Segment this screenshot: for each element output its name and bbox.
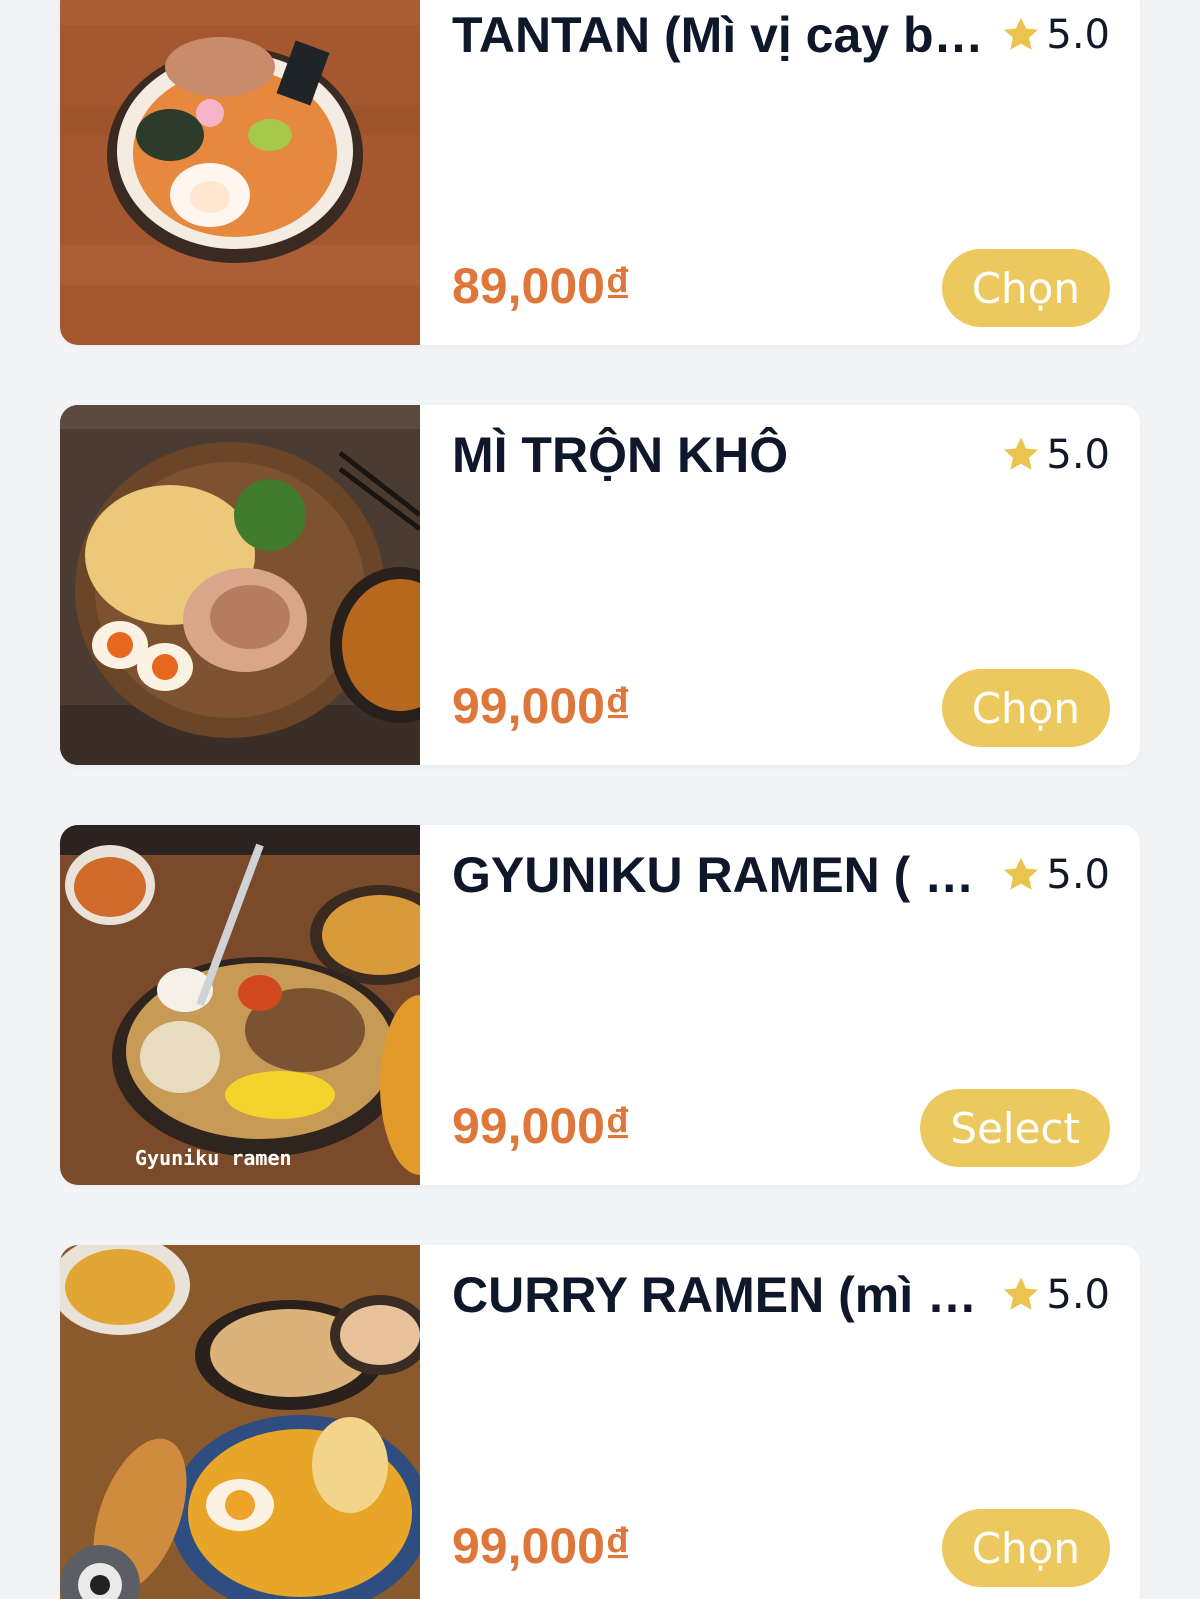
star-icon — [1004, 437, 1039, 470]
rating-value: 5.0 — [1046, 12, 1110, 58]
dish-photo-curry-ramen[interactable] — [60, 1245, 420, 1599]
dish-name: MÌ TRỘN KHÔ — [452, 427, 789, 483]
dish-name: TANTAN (Mì vị cay béo) — [452, 7, 992, 63]
select-button[interactable]: Select — [920, 1089, 1110, 1167]
menu-item-card[interactable]: CURRY RAMEN (mì cà… 5.0 99,000₫ Chọn — [60, 1245, 1140, 1599]
dish-price: 99,000₫ — [452, 1518, 631, 1574]
rating: 5.0 — [1000, 7, 1110, 63]
star-icon — [1004, 857, 1039, 890]
rating: 5.0 — [1000, 427, 1110, 483]
rating-value: 5.0 — [1046, 1272, 1110, 1318]
rating-value: 5.0 — [1046, 432, 1110, 478]
choose-button[interactable]: Chọn — [941, 1509, 1110, 1587]
menu-item-card[interactable]: Gyuniku ramen GYUNIKU RAMEN ( mì… 5.0 99… — [60, 825, 1140, 1185]
dish-name: GYUNIKU RAMEN ( mì… — [452, 847, 992, 903]
dish-photo-tantan[interactable] — [60, 0, 420, 345]
dish-price: 99,000₫ — [452, 678, 631, 734]
choose-button[interactable]: Chọn — [941, 669, 1110, 747]
rating-value: 5.0 — [1046, 852, 1110, 898]
dish-price: 89,000₫ — [452, 258, 631, 314]
dish-photo-mi-tron-kho[interactable] — [60, 405, 420, 765]
rating: 5.0 — [1000, 847, 1110, 903]
dish-price: 99,000₫ — [452, 1098, 631, 1154]
menu-item-card[interactable]: TANTAN (Mì vị cay béo) 5.0 89,000₫ Chọn — [60, 0, 1140, 345]
menu-item-card[interactable]: MÌ TRỘN KHÔ 5.0 99,000₫ Chọn — [60, 405, 1140, 765]
star-icon — [1004, 17, 1039, 50]
menu-list: TANTAN (Mì vị cay béo) 5.0 89,000₫ Chọn — [0, 0, 1200, 1599]
star-icon — [1004, 1277, 1039, 1310]
dish-photo-gyuniku-ramen[interactable]: Gyuniku ramen — [60, 825, 420, 1185]
choose-button[interactable]: Chọn — [941, 249, 1110, 327]
dish-name: CURRY RAMEN (mì cà… — [452, 1267, 992, 1323]
rating: 5.0 — [1000, 1267, 1110, 1323]
image-caption: Gyuniku ramen — [135, 1146, 292, 1170]
